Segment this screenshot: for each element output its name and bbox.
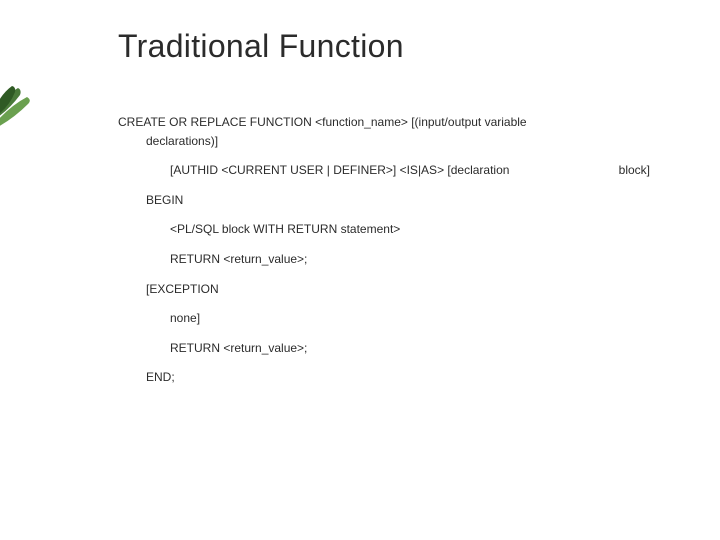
code-line: CREATE OR REPLACE FUNCTION <function_nam… xyxy=(118,113,568,150)
code-line: RETURN <return_value>; xyxy=(170,250,660,269)
code-line: <PL/SQL block WITH RETURN statement> xyxy=(170,220,660,239)
code-line: RETURN <return_value>; xyxy=(170,339,660,358)
code-line: none] xyxy=(170,309,660,328)
code-line: BEGIN xyxy=(146,191,660,210)
code-line: [EXCEPTION xyxy=(146,280,660,299)
code-line: END; xyxy=(146,368,660,387)
code-line: [AUTHID <CURRENT USER | DEFINER>] <IS|AS… xyxy=(170,161,509,180)
code-line: block] xyxy=(619,161,650,180)
slide-title: Traditional Function xyxy=(118,28,660,65)
code-block: CREATE OR REPLACE FUNCTION <function_nam… xyxy=(118,113,660,387)
